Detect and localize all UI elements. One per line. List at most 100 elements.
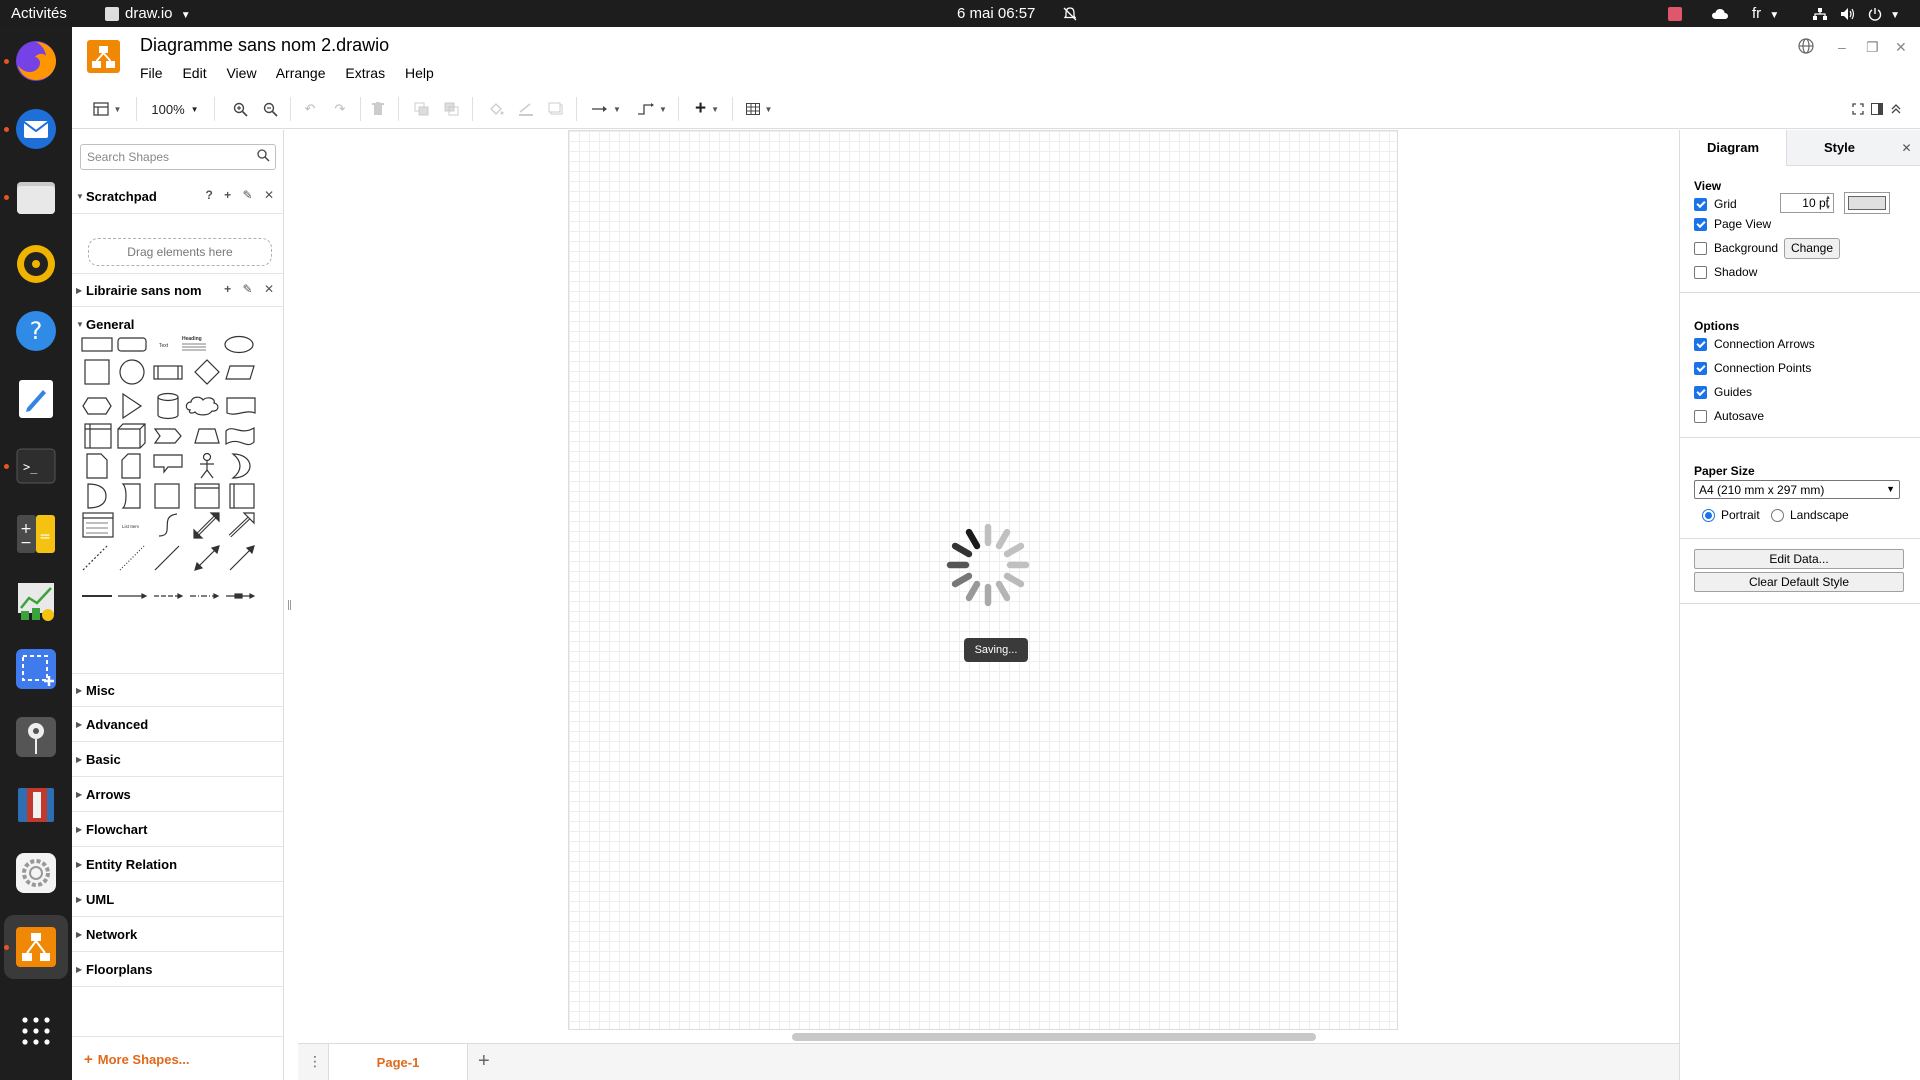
drawio-icon[interactable]: [12, 923, 60, 971]
scratchpad-drop-zone[interactable]: Drag elements here: [88, 238, 272, 266]
undo-icon[interactable]: ↶: [300, 98, 320, 120]
grid-size-stepper[interactable]: ▲ ▼: [1823, 193, 1833, 213]
more-shapes-button[interactable]: + More Shapes...: [72, 1036, 284, 1080]
section-uml[interactable]: ▶ UML: [72, 883, 284, 917]
edit-data-button[interactable]: Edit Data...: [1694, 549, 1904, 569]
shape-hexagon[interactable]: [82, 397, 112, 415]
section-misc[interactable]: ▶ Misc: [72, 673, 284, 707]
screenshot-icon[interactable]: [12, 645, 60, 693]
zoom-in-icon[interactable]: [230, 98, 250, 120]
shape-ellipse[interactable]: [224, 335, 254, 354]
shape-link-with-label[interactable]: [226, 593, 256, 599]
rhythmbox-icon[interactable]: [12, 240, 60, 288]
shape-callout[interactable]: [153, 454, 183, 474]
files-icon[interactable]: [12, 173, 60, 221]
shape-vertical-container[interactable]: [229, 483, 255, 509]
page-view-checkbox-box[interactable]: [1694, 217, 1707, 231]
section-entity-relation[interactable]: ▶ Entity Relation: [72, 848, 284, 882]
document-title[interactable]: Diagramme sans nom 2.drawio: [140, 35, 389, 56]
search-shapes-input[interactable]: Search Shapes: [80, 144, 276, 170]
shape-dotted-line[interactable]: [119, 545, 145, 571]
document-viewer-icon[interactable]: [12, 781, 60, 829]
shape-dashed-line[interactable]: [82, 545, 108, 571]
screen-record-icon[interactable]: [1668, 0, 1682, 27]
terminal-icon[interactable]: >_: [12, 442, 60, 490]
background-checkbox-box[interactable]: [1694, 241, 1707, 255]
menu-help[interactable]: Help: [405, 65, 434, 81]
shape-internal-storage[interactable]: [84, 423, 112, 449]
shape-list-item[interactable]: List Item: [122, 524, 139, 529]
menu-edit[interactable]: Edit: [182, 65, 206, 81]
section-floorplans[interactable]: ▶ Floorplans: [72, 953, 284, 987]
library-header[interactable]: ▶ Librairie sans nom + ✎ ✕: [72, 273, 284, 307]
connection-style-button[interactable]: ▼: [588, 98, 624, 120]
portrait-radio-button[interactable]: [1702, 508, 1715, 522]
shape-note[interactable]: [86, 453, 108, 479]
shape-triangle[interactable]: [122, 392, 143, 420]
shape-or[interactable]: [231, 453, 251, 479]
network-icon[interactable]: [1812, 0, 1828, 27]
tab-style[interactable]: Style: [1786, 130, 1892, 166]
help-icon[interactable]: ?: [205, 188, 212, 202]
grid-checkbox-box[interactable]: [1694, 197, 1707, 211]
power-icon[interactable]: ▼: [1868, 0, 1900, 27]
edit-icon[interactable]: ✎: [243, 282, 253, 296]
shape-textbox[interactable]: Heading: [182, 336, 206, 351]
shape-diamond[interactable]: [194, 359, 220, 385]
add-icon[interactable]: +: [224, 282, 231, 296]
tab-diagram[interactable]: Diagram: [1680, 130, 1786, 166]
app-menu[interactable]: draw.io ▼: [105, 0, 191, 27]
shape-card[interactable]: [121, 453, 141, 479]
clock[interactable]: 6 mai 06:57: [957, 0, 1035, 27]
shape-process[interactable]: [153, 365, 183, 380]
shape-bidirectional-connector[interactable]: [194, 545, 220, 571]
guides-checkbox-box[interactable]: [1694, 385, 1707, 399]
fill-color-icon[interactable]: [486, 98, 506, 120]
cloud-icon[interactable]: [1711, 0, 1729, 27]
guides-checkbox[interactable]: Guides: [1694, 384, 1752, 400]
insert-button[interactable]: + ▼: [690, 98, 724, 120]
section-flowchart[interactable]: ▶ Flowchart: [72, 813, 284, 847]
to-front-icon[interactable]: [412, 98, 432, 120]
view-panels-button[interactable]: ▼: [90, 98, 124, 120]
diagram-canvas[interactable]: Saving...: [298, 130, 1900, 1047]
spreadsheet-app-icon[interactable]: [12, 577, 60, 625]
section-network[interactable]: ▶ Network: [72, 918, 284, 952]
shape-cube[interactable]: [117, 423, 146, 449]
shape-bidirectional-arrow[interactable]: [193, 512, 220, 539]
add-page-icon[interactable]: +: [478, 1050, 490, 1073]
waypoints-button[interactable]: ▼: [634, 98, 670, 120]
horizontal-scrollbar[interactable]: [792, 1033, 1316, 1041]
landscape-radio-button[interactable]: [1771, 508, 1784, 522]
menu-file[interactable]: File: [140, 65, 163, 81]
delete-icon[interactable]: [368, 98, 388, 120]
clear-default-style-button[interactable]: Clear Default Style: [1694, 572, 1904, 592]
shape-step[interactable]: [153, 428, 182, 444]
language-selector[interactable]: fr ▼: [1752, 0, 1779, 27]
globe-icon[interactable]: [1798, 38, 1814, 57]
shape-parallelogram[interactable]: [225, 365, 255, 380]
sidebar-resize-handle[interactable]: [288, 600, 291, 610]
zoom-out-icon[interactable]: [260, 98, 280, 120]
connection-arrows-checkbox-box[interactable]: [1694, 337, 1707, 351]
firefox-icon[interactable]: [12, 37, 60, 85]
shape-curve[interactable]: [158, 513, 178, 537]
shape-list[interactable]: [82, 512, 114, 538]
shape-tape[interactable]: [225, 426, 255, 446]
connection-arrows-checkbox[interactable]: Connection Arrows: [1694, 336, 1815, 352]
menu-view[interactable]: View: [226, 65, 256, 81]
calculator-icon[interactable]: + − =: [12, 510, 60, 558]
show-apps-icon[interactable]: [12, 1007, 60, 1055]
shape-text[interactable]: Text: [159, 343, 169, 349]
shape-and[interactable]: [87, 483, 107, 509]
shape-circle[interactable]: [119, 359, 145, 385]
menu-arrange[interactable]: Arrange: [276, 65, 326, 81]
section-basic[interactable]: ▶ Basic: [72, 743, 284, 777]
shape-cloud[interactable]: [185, 396, 219, 416]
shadow-icon[interactable]: [546, 98, 566, 120]
page-tab-active[interactable]: Page-1: [328, 1044, 468, 1080]
collapse-icon[interactable]: [1888, 98, 1904, 120]
scratchpad-header[interactable]: ▼ Scratchpad ? + ✎ ✕: [72, 180, 284, 214]
page-menu-icon[interactable]: ⋮: [308, 1053, 322, 1070]
format-panel-toggle-icon[interactable]: [1869, 98, 1885, 120]
